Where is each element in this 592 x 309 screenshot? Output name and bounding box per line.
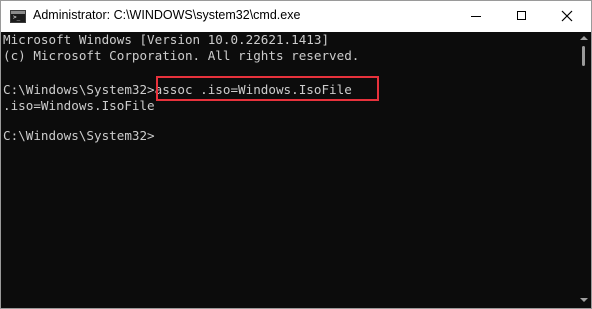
close-button[interactable]: [545, 1, 591, 32]
cmd-app-icon[interactable]: >_: [10, 10, 26, 23]
maximize-button[interactable]: [499, 1, 545, 32]
command-highlight-box: [156, 76, 379, 101]
maximize-icon: [517, 11, 526, 20]
terminal-output[interactable]: Microsoft Windows [Version 10.0.22621.14…: [1, 32, 577, 308]
cmd-window: >_ Administrator: C:\WINDOWS\system32\cm…: [0, 0, 592, 309]
title-bar[interactable]: >_ Administrator: C:\WINDOWS\system32\cm…: [1, 1, 591, 32]
terminal-line-prompt: C:\Windows\System32>: [3, 128, 155, 143]
close-icon: [561, 10, 573, 22]
scroll-thumb[interactable]: [582, 46, 585, 66]
minimize-icon: [471, 16, 481, 17]
terminal-line-version: Microsoft Windows [Version 10.0.22621.14…: [3, 32, 330, 47]
minimize-button[interactable]: [453, 1, 499, 32]
cmd-app-icon-prompt: >_: [13, 14, 21, 21]
terminal-line-copyright: (c) Microsoft Corporation. All rights re…: [3, 48, 360, 63]
scroll-up-arrow-icon[interactable]: [580, 36, 588, 40]
scroll-down-arrow-icon[interactable]: [580, 298, 588, 302]
vertical-scrollbar[interactable]: [577, 32, 591, 308]
window-title: Administrator: C:\WINDOWS\system32\cmd.e…: [33, 8, 301, 22]
terminal-line-result: .iso=Windows.IsoFile: [3, 98, 155, 113]
